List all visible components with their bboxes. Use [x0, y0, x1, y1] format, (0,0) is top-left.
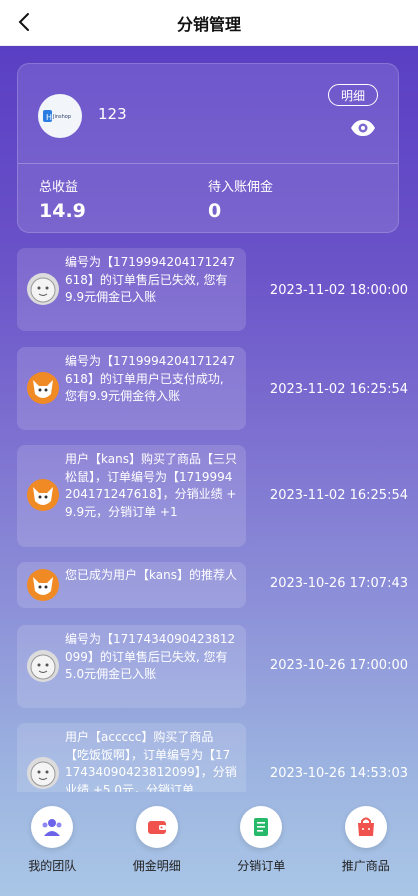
list-item[interactable]: 用户【accccc】购买了商品【吃饭饭啊】，订单编号为【171743409042… — [0, 723, 418, 792]
nav-commission-detail[interactable]: 佣金明细 — [112, 806, 202, 874]
total-income-label: 总收益 — [39, 180, 79, 195]
message-bubble: 编号为【1717434090423812099】的订单售后已失效, 您有5.0元… — [17, 625, 246, 708]
svg-text:Jinshop: Jinshop — [52, 114, 71, 120]
message-text: 编号为【1719994204171247618】的订单用户已支付成功, 您有9.… — [65, 354, 236, 403]
timestamp: 2023-11-02 18:00:00 — [269, 283, 408, 298]
nav-promote-products[interactable]: 推广商品 — [321, 806, 411, 874]
message-text: 用户【accccc】购买了商品【吃饭饭啊】，订单编号为【171743409042… — [65, 730, 237, 792]
pending-commission-label: 待入账佣金 — [208, 180, 274, 195]
message-bubble: 用户【accccc】购买了商品【吃饭饭啊】，订单编号为【171743409042… — [17, 723, 246, 792]
timestamp: 2023-11-02 16:25:54 — [269, 382, 408, 397]
toggle-visibility-button[interactable] — [350, 118, 376, 138]
message-text: 您已成为用户【kans】的推荐人 — [65, 568, 237, 582]
nav-label: 推广商品 — [341, 859, 390, 873]
summary-divider — [18, 163, 398, 164]
fox-avatar-icon — [27, 479, 59, 511]
fox-avatar-icon — [27, 372, 59, 404]
timestamp: 2023-11-02 16:25:54 — [269, 488, 408, 503]
message-bubble: 用户【kans】购买了商品【三只松鼠】，订单编号为【17199942041712… — [17, 445, 246, 547]
nav-distribution-orders[interactable]: 分销订单 — [216, 806, 306, 874]
message-text: 编号为【1719994204171247618】的订单售后已失效, 您有9.9元… — [65, 255, 236, 304]
nav-my-team[interactable]: 我的团队 — [7, 806, 97, 874]
page-title: 分销管理 — [176, 14, 241, 34]
timestamp: 2023-10-26 14:53:03 — [269, 766, 408, 781]
username: 123 — [98, 105, 127, 123]
summary-card: H Jinshop 123 明细 总收益 14.9 待入账佣金 0 — [17, 63, 399, 233]
list-item[interactable]: 您已成为用户【kans】的推荐人 2023-10-26 17:07:43 — [0, 562, 418, 608]
moon-avatar-icon — [27, 650, 59, 682]
wallet-icon — [135, 806, 178, 848]
team-icon — [31, 806, 74, 848]
back-button[interactable] — [10, 8, 38, 36]
message-text: 用户【kans】购买了商品【三只松鼠】，订单编号为【17199942041712… — [65, 452, 237, 519]
order-list-icon — [240, 806, 283, 848]
moon-avatar-icon — [27, 273, 59, 305]
chevron-left-icon — [18, 13, 29, 31]
total-income-value: 14.9 — [39, 200, 86, 222]
svg-text:H: H — [46, 113, 52, 122]
list-item[interactable]: 用户【kans】购买了商品【三只松鼠】，订单编号为【17199942041712… — [0, 445, 418, 547]
moon-avatar-icon — [27, 757, 59, 789]
bottom-navigation: 我的团队 佣金明细 分销订单 推广商品 — [0, 792, 418, 896]
list-item[interactable]: 编号为【1719994204171247618】的订单售后已失效, 您有9.9元… — [0, 248, 418, 331]
fox-avatar-icon — [27, 569, 59, 601]
brand-logo: H Jinshop — [43, 110, 71, 122]
app-header: 分销管理 — [0, 0, 418, 46]
pending-commission-value: 0 — [208, 200, 222, 222]
nav-label: 佣金明细 — [132, 859, 181, 873]
avatar[interactable]: H Jinshop — [38, 94, 82, 138]
list-item[interactable]: 编号为【1717434090423812099】的订单售后已失效, 您有5.0元… — [0, 625, 418, 708]
nav-label: 分销订单 — [237, 859, 286, 873]
message-bubble: 您已成为用户【kans】的推荐人 — [17, 562, 246, 608]
message-bubble: 编号为【1719994204171247618】的订单售后已失效, 您有9.9元… — [17, 248, 246, 331]
eye-icon — [351, 120, 375, 136]
timestamp: 2023-10-26 17:00:00 — [269, 658, 408, 673]
detail-button[interactable]: 明细 — [328, 84, 378, 106]
shopping-bag-icon — [344, 806, 387, 848]
list-item[interactable]: 编号为【1719994204171247618】的订单用户已支付成功, 您有9.… — [0, 347, 418, 430]
nav-label: 我的团队 — [28, 859, 77, 873]
notification-feed[interactable]: 编号为【1719994204171247618】的订单售后已失效, 您有9.9元… — [0, 246, 418, 792]
timestamp: 2023-10-26 17:07:43 — [269, 576, 408, 591]
message-bubble: 编号为【1719994204171247618】的订单用户已支付成功, 您有9.… — [17, 347, 246, 430]
message-text: 编号为【1717434090423812099】的订单售后已失效, 您有5.0元… — [65, 632, 236, 681]
